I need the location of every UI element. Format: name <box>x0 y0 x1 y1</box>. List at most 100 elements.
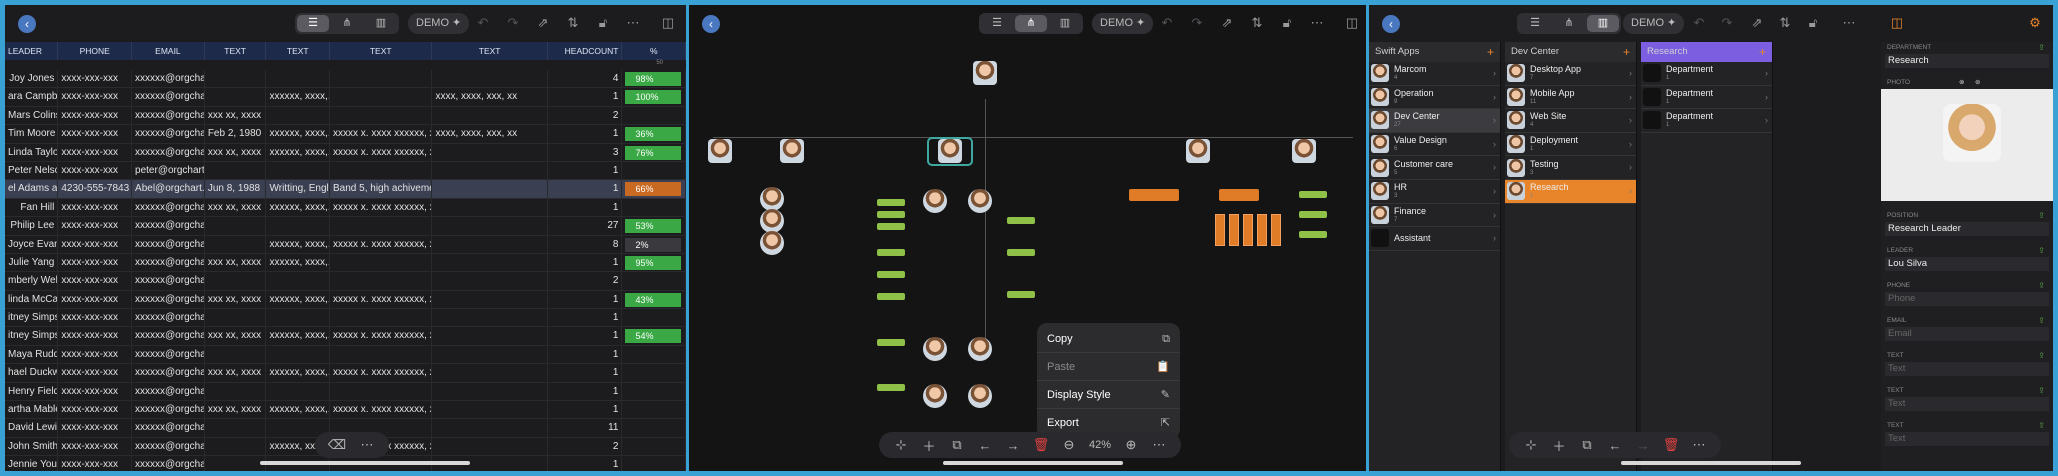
position-field[interactable]: Research Leader <box>1885 222 2049 236</box>
table-cell[interactable]: 1 <box>548 125 623 143</box>
edit-icon[interactable]: ⇪ <box>2038 42 2045 54</box>
table-row[interactable]: Maya Ruddyxxxx-xxx-xxxxxxxxx@orgchart...… <box>5 345 686 365</box>
org-node[interactable] <box>914 189 956 214</box>
table-cell[interactable]: 4230-555-7843 <box>58 180 133 198</box>
table-cell[interactable]: xxxx-xxx-xxx <box>58 437 133 456</box>
percent-cell[interactable] <box>622 198 686 217</box>
table-cell[interactable] <box>266 382 330 401</box>
table-cell[interactable]: xxxxx x. xxxx xxxxxx, x... <box>330 364 433 382</box>
table-row[interactable]: hael Duckworthxxxx-xxx-xxxxxxxxx@orgchar… <box>5 364 686 383</box>
table-cell[interactable]: 3 <box>548 143 623 161</box>
list-item[interactable]: Department 1 › <box>1641 62 1772 86</box>
table-cell[interactable]: xxxxx x. xxxx xxxxxx, x... <box>330 327 433 345</box>
table-cell[interactable]: 27 <box>548 217 623 235</box>
duplicate-icon[interactable]: ⧉ <box>945 437 969 453</box>
table-cell[interactable]: xxxx-xxx-xxx <box>58 290 133 309</box>
edit-icon[interactable]: ⇪ <box>2038 315 2045 327</box>
table-cell[interactable]: xxxxxx@orgchart... <box>132 217 205 235</box>
percent-cell[interactable] <box>622 456 686 471</box>
table-row[interactable]: Henry Fieldsxxxx-xxx-xxxxxxxxx@orgchart.… <box>5 382 686 402</box>
table-cell[interactable]: xxxxxx, xxxx,... <box>266 253 330 272</box>
sliders-icon[interactable]: ⇅ <box>565 15 581 31</box>
table-cell[interactable]: xxxxxx@orgchart... <box>132 106 205 125</box>
table-cell[interactable]: xxxxxx@orgchart... <box>132 88 205 106</box>
table-cell[interactable]: xxxx-xxx-xxx <box>58 106 133 125</box>
tree-view-icon[interactable]: ⋔ <box>1015 15 1047 32</box>
percent-cell[interactable] <box>622 382 686 401</box>
table-cell[interactable]: xxxxx x. xxxx xxxxxx, x... <box>330 198 433 217</box>
table-cell[interactable]: Jennie Young <box>5 456 59 471</box>
table-cell[interactable]: Maya Ruddy <box>5 345 59 364</box>
table-cell[interactable]: xxxxxx, xxxx,... <box>266 88 330 106</box>
table-cell[interactable]: xxxxxx@orgchart... <box>132 235 205 253</box>
menu-item-copy[interactable]: Copy ⧉ <box>1037 325 1180 353</box>
org-node[interactable] <box>877 271 905 278</box>
table-cell[interactable]: xxxx-xxx-xxx <box>58 217 133 235</box>
table-row[interactable]: el Adams asdf4230-555-7843Abel@orgchart.… <box>5 180 686 199</box>
table-cell[interactable]: xxxxxx, xxxx,... <box>266 327 330 345</box>
org-node[interactable] <box>914 384 956 409</box>
table-cell[interactable]: 2 <box>548 106 623 125</box>
table-cell[interactable] <box>330 106 433 125</box>
org-node[interactable] <box>1229 214 1239 246</box>
sliders-icon[interactable]: ⇅ <box>1777 15 1793 31</box>
table-cell[interactable] <box>266 161 330 180</box>
add-child-icon[interactable]: ＋ <box>1547 436 1571 455</box>
list-item[interactable]: Dev Center 27 › <box>1369 109 1500 133</box>
table-row[interactable]: artha Mablesxxxx-xxx-xxxxxxxxx@orgchart.… <box>5 401 686 420</box>
share-icon[interactable]: ⇗ <box>1219 15 1235 31</box>
percent-cell[interactable]: 66% <box>622 180 686 198</box>
list-item[interactable]: Department 1 › <box>1641 109 1772 133</box>
table-cell[interactable]: xxxxxx@orgchart... <box>132 382 205 401</box>
view-switcher[interactable]: ☰ ⋔ ▥ <box>979 13 1083 34</box>
list-item[interactable]: Web Site 4 › <box>1505 109 1636 133</box>
email-field[interactable]: Email <box>1885 327 2049 341</box>
table-cell[interactable] <box>266 272 330 290</box>
table-cell[interactable]: xxxxxx@orgchart... <box>132 198 205 217</box>
table-row[interactable]: Mars Colinsxxxx-xxx-xxxxxxxxx@orgchart..… <box>5 106 686 126</box>
org-node[interactable] <box>959 337 1001 362</box>
percent-cell[interactable] <box>622 437 686 456</box>
department-field[interactable]: Research <box>1885 54 2049 68</box>
percent-cell[interactable]: 36% <box>622 125 686 143</box>
table-cell[interactable]: Tim Moore <box>5 125 59 143</box>
delete-backward-icon[interactable]: ⌫ <box>325 437 349 453</box>
table-cell[interactable]: 4 <box>548 70 623 88</box>
table-cell[interactable] <box>266 217 330 235</box>
lock-icon[interactable]: 🔓︎ <box>1805 15 1821 31</box>
more-icon[interactable]: ⋯ <box>1687 437 1711 453</box>
table-cell[interactable] <box>432 290 548 309</box>
root-node[interactable] <box>964 61 1006 86</box>
add-child-icon[interactable]: ＋ <box>917 436 941 455</box>
phone-field[interactable]: Phone <box>1885 292 2049 306</box>
table-row[interactable]: mberly Weberxxxx-xxx-xxxxxxxxx@orgchart.… <box>5 272 686 291</box>
lock-icon[interactable]: 🔓︎ <box>595 15 611 31</box>
back-button[interactable]: ‹ <box>18 15 36 33</box>
org-node[interactable] <box>771 139 813 164</box>
table-cell[interactable]: 1 <box>548 327 623 345</box>
table-row[interactable]: Joyce Evansxxxx-xxx-xxxxxxxxx@orgchart..… <box>5 235 686 254</box>
col-header[interactable]: TEXT <box>330 42 433 60</box>
trash-icon[interactable]: 🗑︎ <box>1029 437 1053 453</box>
percent-cell[interactable] <box>622 106 686 125</box>
view-switcher[interactable]: ☰ ⋔ ▥ <box>295 13 399 34</box>
col-header[interactable]: TEXT <box>432 42 548 60</box>
share-icon[interactable]: ⇗ <box>1749 15 1765 31</box>
table-cell[interactable]: Peter Nelson <box>5 161 59 180</box>
more-icon[interactable]: ⋯ <box>1309 15 1325 31</box>
table-cell[interactable]: xxxxx x. xxxx xxxxxx, x... <box>330 401 433 419</box>
table-row[interactable]: Linda Taylorxxxx-xxx-xxxxxxxxx@orgchart.… <box>5 143 686 162</box>
percent-cell[interactable]: 95% <box>622 253 686 272</box>
table-cell[interactable] <box>266 106 330 125</box>
org-node[interactable] <box>877 249 905 256</box>
percent-cell[interactable] <box>622 272 686 290</box>
demo-menu[interactable]: DEMO ✦ <box>408 13 470 34</box>
table-cell[interactable]: xxx xx, xxxx <box>205 364 267 382</box>
table-cell[interactable]: xxxxxx@orgchart... <box>132 401 205 419</box>
table-cell[interactable]: Abel@orgchart... <box>132 180 205 198</box>
table-cell[interactable] <box>432 309 548 327</box>
org-node[interactable] <box>1177 139 1219 164</box>
table-cell[interactable]: 1 <box>548 180 623 198</box>
table-cell[interactable]: Writting, Engl... <box>266 180 330 198</box>
table-cell[interactable]: xxxx-xxx-xxx <box>58 161 133 180</box>
